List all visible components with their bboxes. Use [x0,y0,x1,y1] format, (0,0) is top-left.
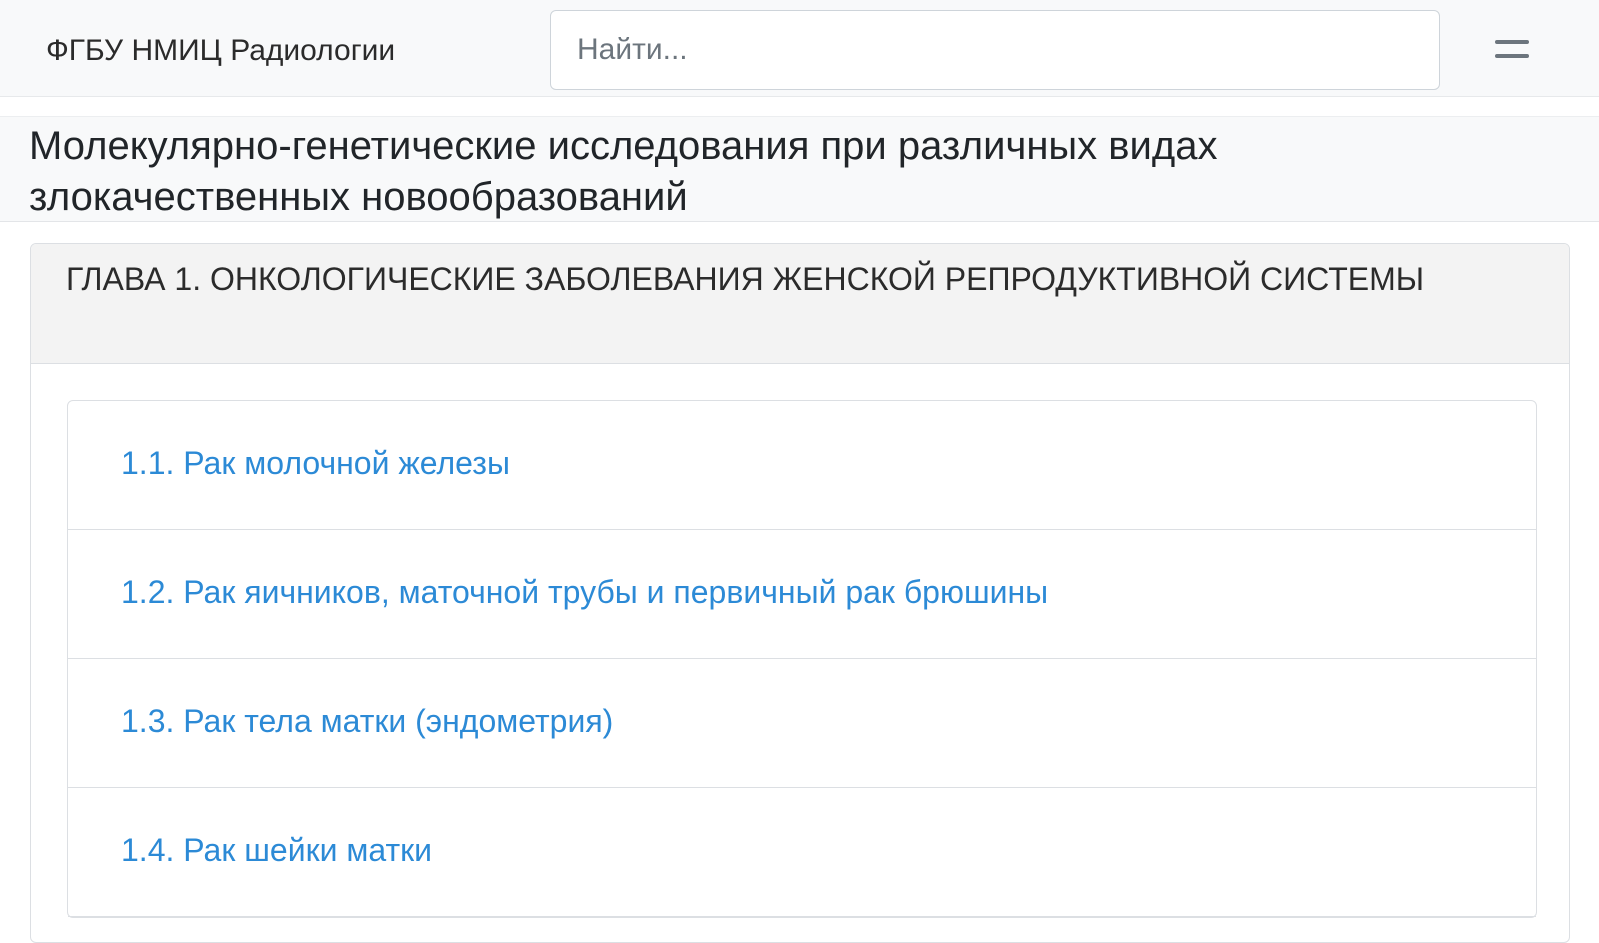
page-title: Молекулярно-генетические исследования пр… [29,124,1218,219]
hamburger-menu-icon-line [1495,54,1529,58]
chapter-card-header: Глава 1. Онкологические заболевания женс… [31,244,1569,364]
section-link-1-4[interactable]: 1.4. Рак шейки матки [121,832,432,869]
page-title-band: Молекулярно-генетические исследования пр… [0,116,1599,222]
chapter-title: Глава 1. Онкологические заболевания женс… [66,261,1425,297]
hamburger-menu-icon [1495,40,1529,44]
list-item: 1.3. Рак тела матки (эндометрия) [68,659,1536,788]
section-link-1-2[interactable]: 1.2. Рак яичников, маточной трубы и перв… [121,574,1048,611]
menu-toggle-button[interactable] [1490,30,1534,70]
brand-logo-text[interactable]: ФГБУ НМИЦ Радиологии [46,34,395,68]
list-item: 1.2. Рак яичников, маточной трубы и перв… [68,530,1536,659]
list-item: 1.1. Рак молочной железы [68,401,1536,530]
chapter-card: Глава 1. Онкологические заболевания женс… [30,243,1570,943]
navbar: ФГБУ НМИЦ Радиологии [0,0,1599,97]
chapter-section-list: 1.1. Рак молочной железы 1.2. Рак яичник… [67,400,1537,918]
section-link-1-1[interactable]: 1.1. Рак молочной железы [121,445,510,482]
search-input[interactable] [550,10,1440,90]
list-item: 1.4. Рак шейки матки [68,788,1536,917]
section-link-1-3[interactable]: 1.3. Рак тела матки (эндометрия) [121,703,613,740]
